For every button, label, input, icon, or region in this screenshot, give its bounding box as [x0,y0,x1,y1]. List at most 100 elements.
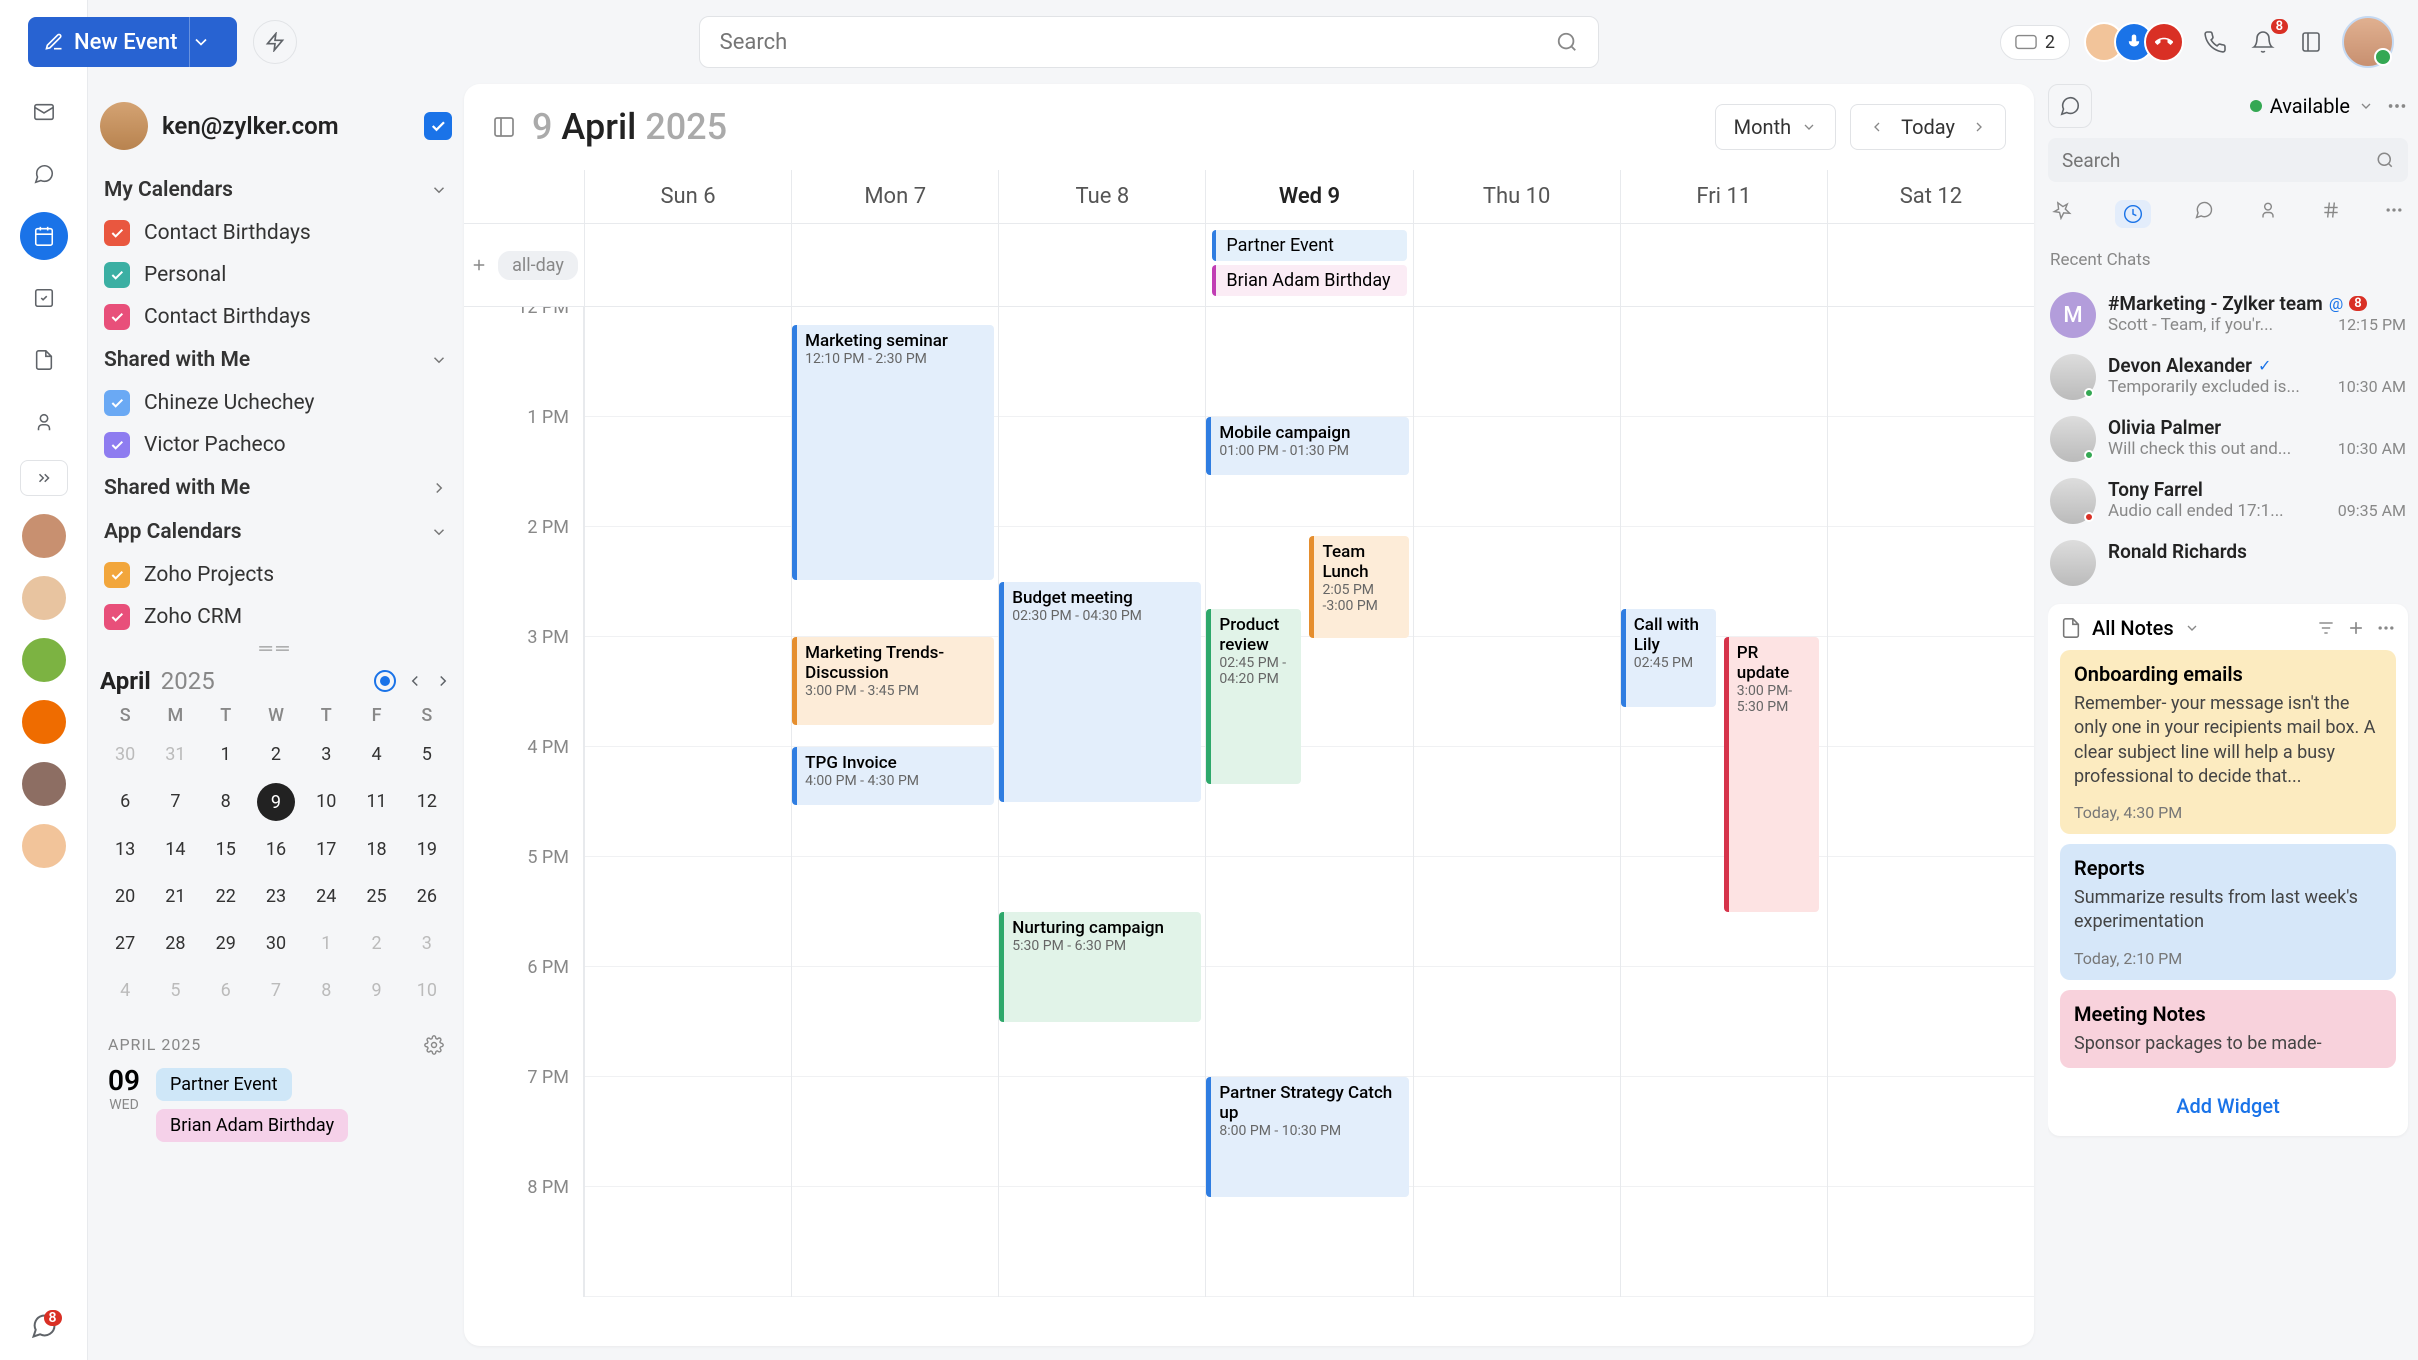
chat-item[interactable]: M#Marketing - Zylker team@8Scott - Team,… [2048,284,2408,346]
mini-cal-day[interactable]: 1 [201,736,251,773]
rail-chat-button[interactable]: 8 [30,1312,58,1340]
mini-cal-day[interactable]: 26 [402,878,452,915]
day-column[interactable] [584,307,791,1297]
chat-toggle-icon[interactable] [2048,84,2092,128]
hangup-button[interactable] [2144,22,2184,62]
mini-cal-day[interactable]: 25 [351,878,401,915]
new-event-button[interactable]: New Event [28,17,237,67]
mini-cal-day[interactable]: 9 [351,972,401,1009]
allday-event[interactable]: Brian Adam Birthday [1212,265,1406,296]
calendar-event[interactable]: TPG Invoice4:00 PM - 4:30 PM [792,747,994,805]
availability-status[interactable]: Available [2250,94,2374,118]
mini-cal-day[interactable]: 13 [100,831,150,868]
mini-cal-day[interactable]: 24 [301,878,351,915]
allday-cell[interactable]: Partner Event Brian Adam Birthday [1205,224,1412,306]
mini-cal-day[interactable]: 5 [150,972,200,1009]
allday-event[interactable]: Partner Event [1212,230,1406,261]
calendar-item[interactable]: Victor Pacheco [100,424,452,466]
mini-next-icon[interactable] [434,672,452,690]
agenda-event-chip[interactable]: Brian Adam Birthday [156,1109,348,1142]
mini-cal-day[interactable]: 11 [351,783,401,821]
allday-cell[interactable] [1827,224,2034,306]
calendar-event[interactable]: Mobile campaign01:00 PM - 01:30 PM [1206,417,1408,475]
mini-cal-day[interactable]: 5 [402,736,452,773]
mini-cal-day[interactable]: 9 [257,783,295,821]
pin-tab-icon[interactable] [2052,200,2072,228]
group-shared-with-me-2[interactable]: Shared with Me [100,466,452,510]
rail-user-avatar[interactable] [22,514,66,558]
contacts-tab-icon[interactable] [2258,200,2278,228]
mini-cal-day[interactable]: 18 [351,831,401,868]
calendar-nav-icon[interactable] [20,212,68,260]
mail-icon[interactable] [20,88,68,136]
notes-header[interactable]: All Notes [2092,616,2174,640]
date-nav[interactable]: Today [1850,104,2006,150]
calendar-event[interactable]: Nurturing campaign5:30 PM - 6:30 PM [999,912,1201,1022]
day-column[interactable] [1413,307,1620,1297]
mini-cal-day[interactable]: 2 [351,925,401,962]
mini-prev-icon[interactable] [406,672,424,690]
mini-cal-day[interactable]: 28 [150,925,200,962]
mini-cal-day[interactable]: 7 [150,783,200,821]
allday-cell[interactable] [584,224,791,306]
more-icon[interactable] [2386,95,2408,117]
mini-cal-day[interactable]: 8 [201,783,251,821]
calendar-item[interactable]: Zoho CRM [100,596,452,638]
filter-icon[interactable] [2316,618,2336,638]
channels-tab-icon[interactable] [2321,200,2341,228]
day-header[interactable]: Sun 6 [584,170,791,223]
mini-cal-day[interactable]: 30 [100,736,150,773]
day-header[interactable]: Thu 10 [1413,170,1620,223]
more-icon[interactable] [2384,200,2404,228]
quick-actions-button[interactable] [253,20,297,64]
mini-cal-day[interactable]: 15 [201,831,251,868]
rail-user-avatar[interactable] [22,638,66,682]
mini-cal-day[interactable]: 1 [301,925,351,962]
calendar-event[interactable]: Budget meeting02:30 PM - 04:30 PM [999,582,1201,802]
mini-cal-day[interactable]: 29 [201,925,251,962]
add-widget-button[interactable]: Add Widget [2060,1088,2396,1124]
day-header[interactable]: Tue 8 [998,170,1205,223]
toggle-sidebar-icon[interactable] [492,115,516,139]
files-nav-icon[interactable] [20,336,68,384]
contacts-nav-icon[interactable] [20,398,68,446]
mini-cal-day[interactable]: 8 [301,972,351,1009]
chat-item[interactable]: Devon Alexander✓Temporarily excluded is.… [2048,346,2408,408]
rail-user-avatar[interactable] [22,824,66,868]
jump-to-today-icon[interactable] [374,670,396,692]
calendar-event[interactable]: Marketing seminar12:10 PM - 2:30 PM [792,325,994,580]
bell-icon[interactable]: 8 [2246,25,2280,59]
mini-cal-day[interactable]: 6 [100,783,150,821]
view-switcher[interactable]: Month [1715,104,1836,150]
more-icon[interactable] [2376,618,2396,638]
tasks-nav-icon[interactable] [20,274,68,322]
calendar-event[interactable]: PR update3:00 PM- 5:30 PM [1724,637,1819,912]
note-card[interactable]: ReportsSummarize results from last week'… [2060,844,2396,980]
mini-cal-day[interactable]: 6 [201,972,251,1009]
note-card[interactable]: Meeting NotesSponsor packages to be made… [2060,990,2396,1068]
add-note-icon[interactable] [2346,618,2366,638]
mini-cal-day[interactable]: 16 [251,831,301,868]
rail-user-avatar[interactable] [22,700,66,744]
rail-user-avatar[interactable] [22,762,66,806]
rail-user-avatar[interactable] [22,576,66,620]
account-avatar[interactable] [100,102,148,150]
mini-cal-day[interactable]: 31 [150,736,200,773]
allday-cell[interactable] [998,224,1205,306]
mini-cal-day[interactable]: 10 [402,972,452,1009]
day-column[interactable] [1827,307,2034,1297]
mini-cal-day[interactable]: 14 [150,831,200,868]
day-header[interactable]: Wed 9 [1205,170,1412,223]
mini-cal-day[interactable]: 4 [100,972,150,1009]
agenda-event-chip[interactable]: Partner Event [156,1068,292,1101]
chat-search-input[interactable] [2062,149,2376,172]
search-bar[interactable] [699,16,1599,68]
phone-icon[interactable] [2198,25,2232,59]
mini-cal-day[interactable]: 21 [150,878,200,915]
add-icon[interactable] [470,256,488,274]
mini-cal-day[interactable]: 17 [301,831,351,868]
notebook-icon[interactable] [2294,25,2328,59]
allday-cell[interactable] [1413,224,1620,306]
day-column[interactable]: Mobile campaign01:00 PM - 01:30 PMTeam L… [1205,307,1412,1297]
mini-cal-day[interactable]: 3 [301,736,351,773]
